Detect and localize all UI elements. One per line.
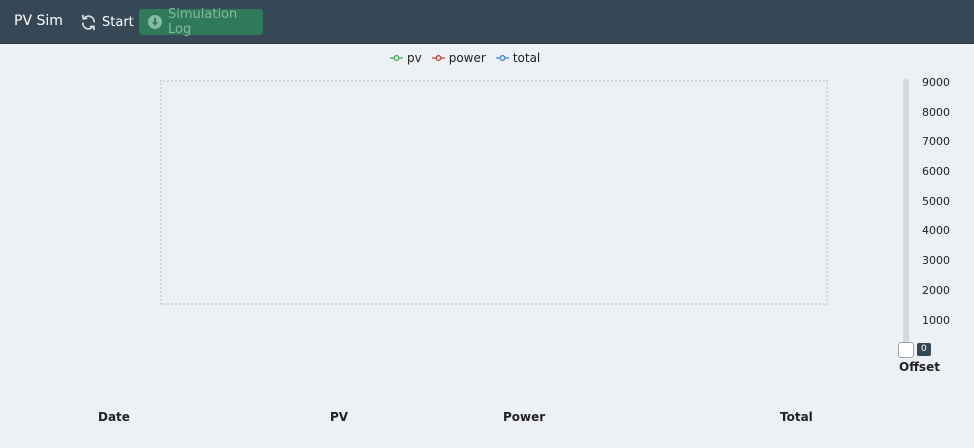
- legend-label: pv: [407, 51, 422, 65]
- table-header-date: Date: [98, 410, 130, 424]
- legend-marker-icon: [431, 54, 445, 62]
- legend-marker-icon: [390, 54, 403, 62]
- slider-tick: 4000: [922, 224, 950, 237]
- chart-legend: pv power total: [390, 50, 540, 66]
- simulation-log-label: Simulation Log: [168, 7, 238, 37]
- simulation-log-button[interactable]: Simulation Log: [139, 7, 263, 37]
- slider-tick: 5000: [922, 195, 950, 208]
- slider-tick: 8000: [922, 106, 950, 119]
- legend-label: power: [448, 51, 486, 65]
- offset-slider-track[interactable]: [903, 79, 909, 349]
- legend-marker-icon: [495, 54, 509, 62]
- table-header-power: Power: [503, 410, 546, 424]
- refresh-icon: [81, 14, 96, 30]
- legend-item-power[interactable]: power: [431, 51, 486, 65]
- legend-item-total[interactable]: total: [495, 51, 541, 65]
- offset-slider-handle[interactable]: [898, 342, 914, 358]
- offset-slider-label: Offset: [899, 360, 940, 374]
- slider-tick: 7000: [922, 135, 950, 148]
- slider-tick: 9000: [922, 76, 950, 89]
- start-button[interactable]: Start: [80, 12, 134, 32]
- start-button-label: Start: [102, 14, 134, 30]
- download-icon: [148, 15, 162, 29]
- app-brand[interactable]: PV Sim: [14, 13, 63, 29]
- navbar: PV Sim Start Simulation Log: [0, 0, 974, 44]
- table-header-pv: PV: [330, 410, 349, 424]
- table-header-total: Total: [780, 410, 813, 424]
- slider-tick: 6000: [922, 165, 950, 178]
- legend-label: total: [512, 51, 541, 65]
- offset-slider-value: 0: [917, 343, 931, 356]
- slider-tick: 2000: [922, 284, 950, 297]
- legend-item-pv[interactable]: pv: [390, 51, 422, 65]
- slider-tick: 3000: [922, 254, 950, 267]
- chart-plot-area: [160, 80, 828, 305]
- slider-tick: 1000: [922, 314, 950, 327]
